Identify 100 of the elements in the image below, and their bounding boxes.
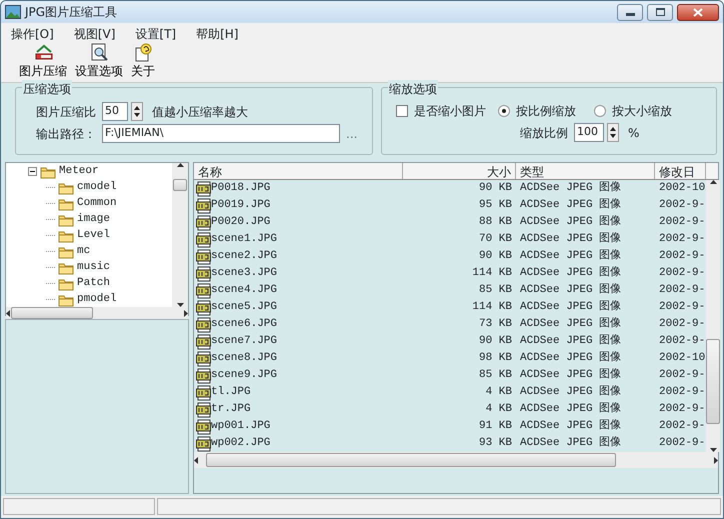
table-cell-text: 90 KB [478, 249, 513, 264]
tree-item[interactable]: Patch [77, 274, 110, 292]
table-cell-text: ACDSee JPEG 图像 [519, 265, 622, 282]
file-name[interactable]: tr.JPG [211, 401, 251, 418]
field-label: 输出路径： [36, 126, 96, 142]
toolbar-button[interactable]: 设置选项 [73, 43, 125, 80]
vertical-scrollbar[interactable] [706, 180, 720, 452]
output-path-field[interactable]: F:\JIEMIAN\ [102, 124, 340, 143]
file-name[interactable]: scene2.JPG [211, 248, 278, 265]
hint-text: 值越小压缩率越大 [152, 104, 248, 120]
scroll-right-icon [714, 456, 718, 464]
scrollbar-thumb[interactable] [706, 338, 720, 424]
tree-item[interactable]: cmodel [77, 178, 117, 196]
jpg-file-icon [196, 368, 211, 384]
column-header[interactable]: 修改日 [655, 163, 706, 179]
table-cell-text: 2002-9- [658, 232, 706, 248]
toolbar-button[interactable]: 关于 [129, 43, 157, 80]
file-name[interactable]: scene6.JPG [211, 316, 278, 333]
unit-label: % [628, 124, 640, 142]
maximize-button[interactable] [647, 4, 673, 20]
file-name[interactable]: tl.JPG [211, 384, 251, 401]
file-name[interactable]: P0020.JPG [211, 214, 270, 231]
settings-icon [89, 43, 109, 62]
table-cell-text: ACDSee JPEG 图像 [519, 401, 622, 418]
menu-item[interactable]: 帮助[H] [192, 23, 246, 43]
table-cell-text: 2002-9- [658, 215, 706, 230]
ratio-field[interactable]: 50 [102, 102, 128, 121]
jpg-file-icon [196, 232, 211, 248]
tree-item[interactable]: Meteor [59, 162, 99, 180]
menu-item[interactable]: 视图[V] [70, 23, 124, 43]
file-name[interactable]: wp001.JPG [211, 418, 270, 435]
scrollbar-thumb[interactable] [11, 307, 93, 319]
file-name[interactable]: scene7.JPG [211, 333, 278, 350]
table-cell-text: ACDSee JPEG 图像 [519, 180, 622, 196]
file-name[interactable]: scene3.JPG [211, 265, 278, 282]
table-cell-text: 2002-9- [658, 385, 706, 400]
jpg-file-icon [196, 248, 211, 264]
table-cell-text: ACDSee JPEG 图像 [519, 367, 622, 384]
tree-item[interactable]: music [77, 258, 110, 276]
scrollbar-thumb[interactable] [206, 453, 616, 467]
jpg-file-icon [196, 300, 211, 316]
file-name[interactable]: wp002.JPG [211, 435, 270, 452]
column-header[interactable]: 大小 [403, 163, 516, 179]
minimize-button[interactable] [617, 4, 643, 20]
horizontal-scrollbar[interactable] [6, 307, 188, 319]
close-icon [693, 8, 703, 16]
table-cell-text: 91 KB [478, 419, 513, 434]
table-cell-text: 2002-9- [658, 368, 706, 384]
table-cell-text: 4 KB [484, 385, 513, 400]
maximize-icon [656, 8, 664, 16]
table-cell-text: ACDSee JPEG 图像 [519, 299, 622, 316]
table-cell-text: 2002-9- [658, 300, 706, 316]
file-name[interactable]: scene9.JPG [211, 367, 278, 384]
vertical-scrollbar[interactable] [172, 163, 188, 307]
table-cell-text: ACDSee JPEG 图像 [519, 231, 622, 248]
jpg-file-icon [196, 266, 211, 282]
table-cell-text: 85 KB [478, 368, 513, 384]
jpg-file-icon [196, 350, 211, 366]
jpg-file-icon [196, 436, 211, 452]
table-cell-text: 2002-10 [658, 181, 706, 196]
file-name[interactable]: P0018.JPG [211, 180, 270, 197]
radio-button[interactable] [498, 105, 510, 117]
tree-item[interactable]: pmodel [77, 290, 117, 308]
menu-item[interactable]: 操作[O] [7, 23, 62, 43]
scale-ratio-field[interactable]: 100 [574, 123, 604, 142]
table-cell-text: 73 KB [478, 317, 513, 332]
table-cell-text: 90 KB [478, 181, 513, 196]
tree-item[interactable]: Common [77, 194, 117, 212]
jpg-file-icon [196, 316, 211, 332]
file-name[interactable]: P0019.JPG [211, 197, 270, 214]
spin-arrows-icon[interactable] [131, 102, 143, 121]
column-header[interactable]: 类型 [516, 163, 655, 179]
spin-arrows-icon[interactable] [607, 123, 619, 142]
column-header[interactable]: 名称 [194, 163, 403, 179]
field-label: 图片压缩比 [36, 104, 96, 120]
radio-button[interactable] [594, 105, 606, 117]
toolbar-button[interactable]: 图片压缩 [17, 43, 69, 80]
file-name[interactable]: scene5.JPG [211, 299, 278, 316]
file-name[interactable]: scene8.JPG [211, 350, 278, 367]
checkbox[interactable] [396, 105, 408, 117]
tree-item[interactable]: Level [77, 226, 110, 244]
file-name[interactable]: scene4.JPG [211, 282, 278, 299]
close-button[interactable] [677, 4, 719, 20]
checkbox-label: 是否缩小图片 [414, 103, 486, 120]
tree-item[interactable]: image [77, 210, 110, 228]
app-icon [5, 5, 21, 19]
tree-item[interactable]: mc [77, 242, 90, 260]
scrollbar-thumb[interactable] [173, 179, 187, 191]
group-title: 缩放选项 [388, 80, 438, 98]
collapse-icon[interactable] [28, 166, 37, 176]
menu-item[interactable]: 设置[T] [131, 23, 184, 43]
file-name[interactable]: scene1.JPG [211, 231, 278, 248]
horizontal-scrollbar[interactable] [194, 452, 718, 468]
table-cell-text: 95 KB [478, 198, 513, 214]
jpg-file-icon [196, 418, 211, 434]
browse-button[interactable]: ... [346, 124, 358, 142]
table-cell-text: 2002-9- [658, 266, 706, 282]
table-cell-text: 2002-9- [658, 283, 706, 298]
table-cell-text: 114 KB [471, 300, 513, 316]
table-cell-text: 90 KB [478, 334, 513, 350]
